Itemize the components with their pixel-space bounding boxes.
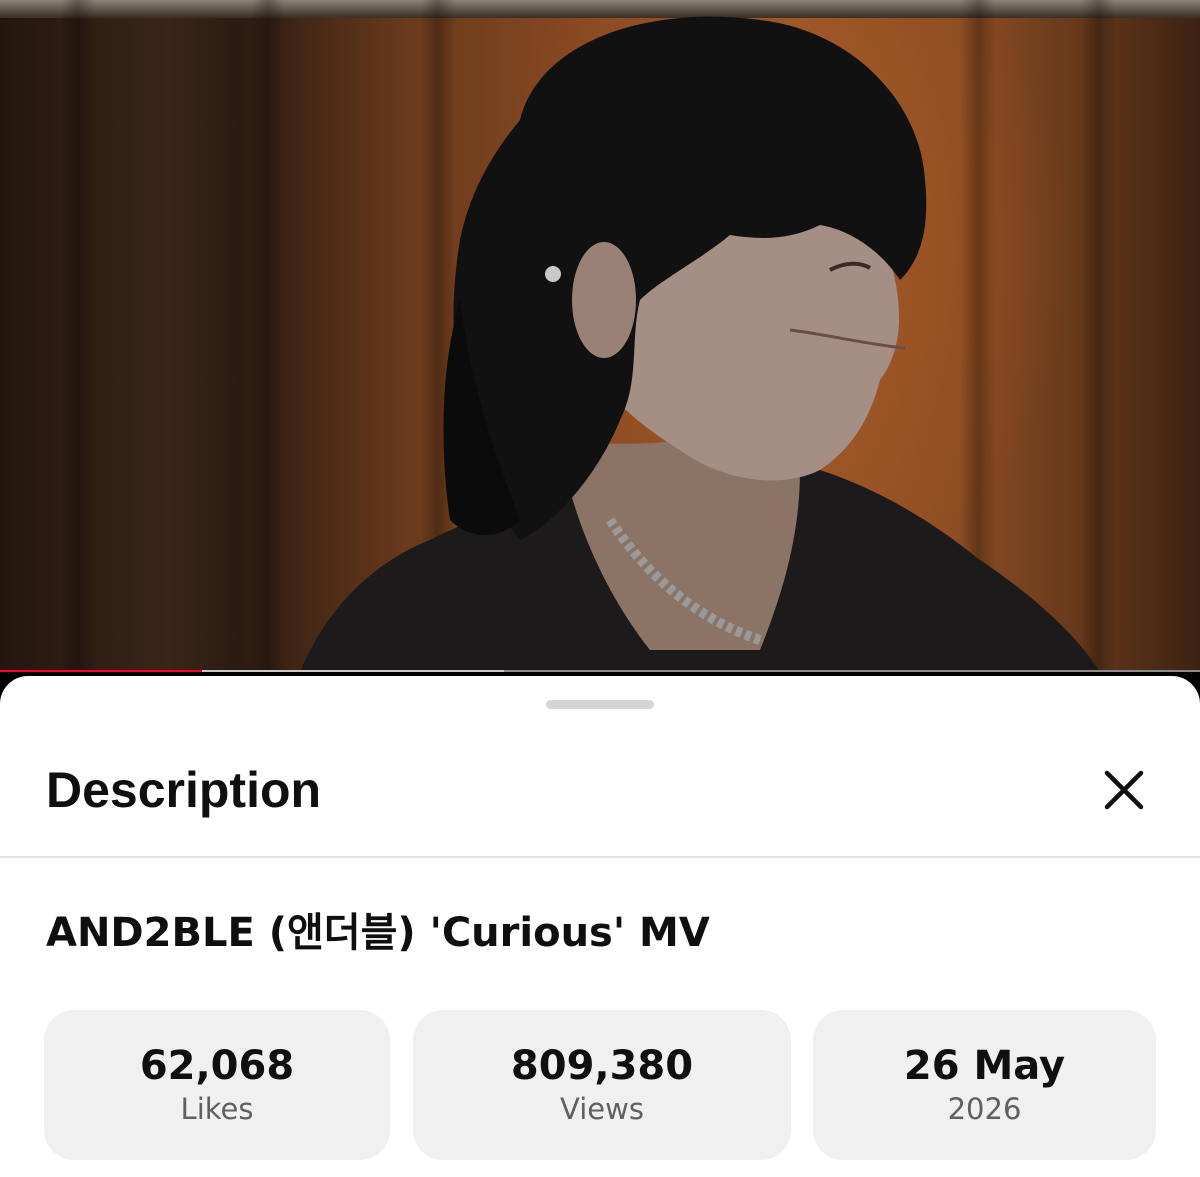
likes-count: 62,068 <box>139 1043 295 1089</box>
date-card: 26 May 2026 <box>813 1010 1156 1160</box>
close-icon <box>1104 770 1144 810</box>
views-card: 809,380 Views <box>413 1010 791 1160</box>
likes-card: 62,068 Likes <box>44 1010 390 1160</box>
views-count: 809,380 <box>510 1043 694 1089</box>
drag-handle[interactable] <box>546 700 654 709</box>
upload-year: 2026 <box>947 1092 1022 1126</box>
progress-bar[interactable] <box>0 670 1200 672</box>
likes-label: Likes <box>180 1092 254 1126</box>
upload-date: 26 May <box>903 1043 1066 1089</box>
video-player[interactable] <box>0 0 1200 672</box>
views-label: Views <box>560 1092 644 1126</box>
sheet-title: Description <box>46 762 322 818</box>
video-frame[interactable] <box>0 0 1200 672</box>
video-subject-figure <box>300 16 1100 672</box>
progress-played <box>0 670 202 672</box>
close-button[interactable] <box>1092 758 1156 822</box>
divider <box>0 856 1200 858</box>
description-sheet: Description AND2BLE (앤더블) 'Curious' MV 6… <box>0 676 1200 1177</box>
video-title: AND2BLE (앤더블) 'Curious' MV <box>46 910 710 956</box>
